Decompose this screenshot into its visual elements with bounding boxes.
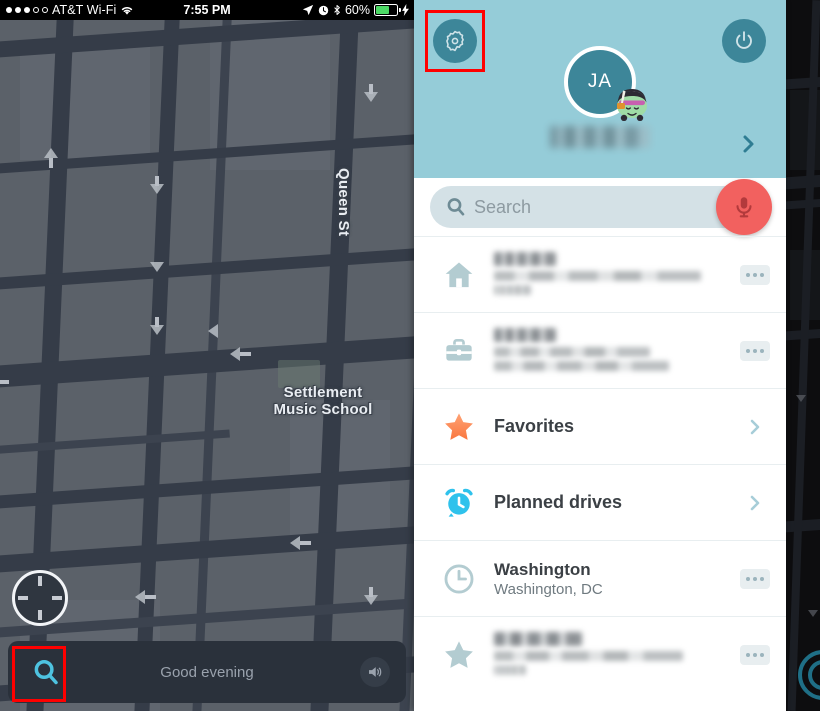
sidebar-item-favorites[interactable]: Favorites xyxy=(414,388,786,464)
sidebar-list: Favorites Planned drives Washington Wash… xyxy=(414,236,786,692)
map-bottom-bar: Good evening xyxy=(8,641,406,703)
speaker-volume-icon xyxy=(369,667,382,677)
list-item-text xyxy=(482,326,724,375)
map-poi-label-line2: Music School xyxy=(273,401,373,418)
sidebar-search-row: Search xyxy=(414,178,786,236)
status-bar-clock: 7:55 PM xyxy=(183,3,231,17)
voice-search-button[interactable] xyxy=(716,179,772,235)
greeting-text: Good evening xyxy=(160,663,254,681)
volume-button[interactable] xyxy=(360,657,390,687)
list-item-subtitle-redacted xyxy=(494,347,651,357)
profile-username-redacted xyxy=(550,126,650,148)
list-item-text xyxy=(482,630,724,679)
compass-tick-e xyxy=(52,596,62,600)
chevron-right-icon xyxy=(743,135,754,153)
more-options-icon xyxy=(740,568,770,589)
list-item-title-redacted xyxy=(494,328,556,342)
recenter-location-button[interactable] xyxy=(12,570,68,626)
list-item-title: Washington xyxy=(494,559,591,579)
list-item-subtitle: Washington, DC xyxy=(494,580,603,598)
list-item[interactable] xyxy=(414,616,786,692)
map-poi-label: Settlement Music School xyxy=(243,384,403,418)
list-item-text: Washington Washington, DC xyxy=(482,559,724,599)
background-map-strip xyxy=(786,0,820,711)
overflow-menu-button[interactable] xyxy=(724,568,786,589)
list-item-text: Favorites xyxy=(482,416,724,437)
compass-tick-n xyxy=(38,576,42,586)
battery-icon xyxy=(374,4,401,16)
list-item-subtitle-redacted-2 xyxy=(494,285,531,295)
compass-tick-s xyxy=(38,610,42,620)
chevron-right-icon xyxy=(750,495,760,510)
microphone-icon xyxy=(736,197,752,218)
profile-chevron[interactable] xyxy=(740,132,758,156)
list-item-subtitle-redacted-2 xyxy=(494,665,527,675)
ios-status-bar: AT&T Wi-Fi 7:55 PM 60% xyxy=(0,0,414,20)
overflow-menu-button[interactable] xyxy=(724,340,786,361)
list-item-title-redacted xyxy=(494,252,556,266)
search-placeholder: Search xyxy=(474,196,532,217)
sidebar-item-planned-drives[interactable]: Planned drives xyxy=(414,464,786,540)
star-icon xyxy=(436,410,482,444)
more-options-icon xyxy=(740,644,770,665)
settings-gear-highlight xyxy=(425,10,485,72)
list-item-text: Planned drives xyxy=(482,492,724,513)
list-item[interactable] xyxy=(414,236,786,312)
map-poi-label-line1: Settlement xyxy=(283,384,363,401)
favorites-chevron[interactable] xyxy=(724,417,786,437)
briefcase-work-icon xyxy=(436,335,482,367)
list-item-subtitle-redacted xyxy=(494,271,701,281)
home-icon xyxy=(436,258,482,292)
power-icon xyxy=(736,31,752,49)
list-item[interactable] xyxy=(414,312,786,388)
more-options-icon xyxy=(740,340,770,361)
app-screenshot: Queen St Settlement Music School Good ev… xyxy=(0,0,820,711)
map-street-label: Queen St xyxy=(335,168,352,237)
list-item-subtitle-redacted xyxy=(494,651,683,661)
planned-drives-chevron[interactable] xyxy=(724,493,786,513)
list-item-text xyxy=(482,250,724,299)
map-view[interactable]: Queen St Settlement Music School Good ev… xyxy=(0,0,414,711)
star-outline-icon xyxy=(436,638,482,672)
waze-sidebar-panel: JA Search Favorites Planned drives Washi… xyxy=(414,0,786,711)
search-icon xyxy=(447,198,465,216)
compass-tick-w xyxy=(18,596,28,600)
profile-avatar-wrap[interactable]: JA xyxy=(564,46,647,121)
waze-mood-ninja-icon xyxy=(617,89,647,121)
search-button-highlight xyxy=(12,646,66,702)
overflow-menu-button[interactable] xyxy=(724,644,786,665)
more-options-icon xyxy=(740,264,770,285)
sidebar-item-label: Favorites xyxy=(494,416,575,436)
sidebar-item-label: Planned drives xyxy=(494,492,623,512)
list-item-title-redacted xyxy=(494,632,582,646)
overflow-menu-button[interactable] xyxy=(724,264,786,285)
chevron-right-icon xyxy=(750,419,760,434)
sidebar-item-recent-washington[interactable]: Washington Washington, DC xyxy=(414,540,786,616)
recent-clock-icon xyxy=(436,562,482,596)
alarm-clock-icon xyxy=(436,486,482,520)
power-logout-button[interactable] xyxy=(722,19,766,63)
list-item-subtitle-redacted-2 xyxy=(494,361,669,371)
